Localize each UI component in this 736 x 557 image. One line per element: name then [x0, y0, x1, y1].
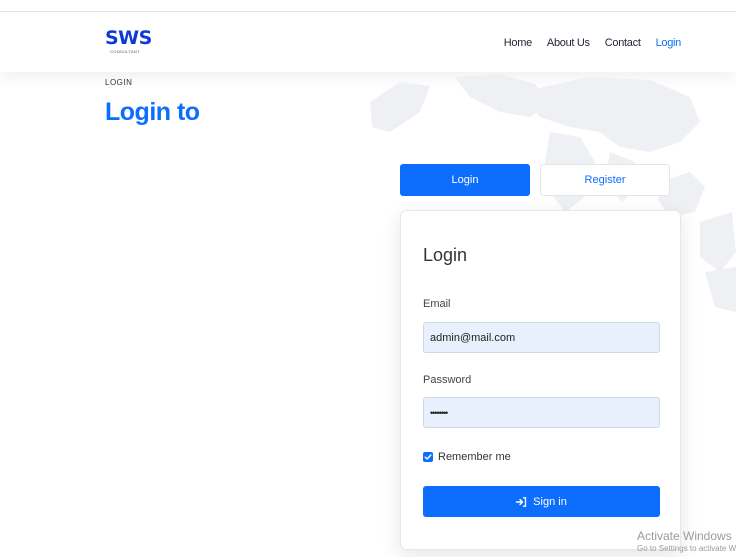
brand-tagline: CONSULTANT [110, 49, 140, 54]
watermark-title: Activate Windows [637, 529, 732, 543]
email-field[interactable]: admin@mail.com [423, 322, 660, 353]
nav-about-us[interactable]: About Us [547, 37, 590, 49]
checkmark-icon [424, 454, 432, 460]
activate-windows-watermark: Activate Windows Go to Settings to activ… [637, 529, 736, 553]
password-value: •••••••• [430, 407, 448, 418]
email-label: Email [423, 298, 451, 310]
breadcrumb: LOGIN [105, 78, 133, 87]
main-nav: Home About Us Contact Login [504, 37, 682, 49]
brand-logo[interactable]: SWS CONSULTANT [105, 27, 152, 54]
remember-me-row[interactable]: Remember me [423, 451, 511, 463]
nav-contact[interactable]: Contact [605, 37, 641, 49]
tab-register[interactable]: Register [540, 164, 670, 196]
top-border [0, 0, 736, 12]
tab-login[interactable]: Login [400, 164, 530, 196]
nav-login[interactable]: Login [656, 37, 682, 49]
login-card: Login Email admin@mail.com Password ••••… [400, 210, 681, 550]
watermark-subtitle: Go to Settings to activate Windows. [637, 544, 736, 553]
form-title: Login [423, 245, 468, 265]
page-title: Login to [105, 98, 200, 126]
sign-in-label: Sign in [533, 495, 567, 508]
password-label: Password [423, 374, 472, 386]
navbar: SWS CONSULTANT Home About Us Contact Log… [0, 12, 736, 72]
password-field[interactable]: •••••••• [423, 397, 660, 428]
email-value: admin@mail.com [430, 331, 516, 344]
remember-me-label: Remember me [438, 451, 511, 463]
sign-in-icon [516, 496, 527, 507]
brand-name: SWS [105, 27, 152, 49]
remember-me-checkbox[interactable] [423, 452, 433, 462]
nav-home[interactable]: Home [504, 37, 532, 49]
sign-in-button[interactable]: Sign in [423, 486, 660, 517]
